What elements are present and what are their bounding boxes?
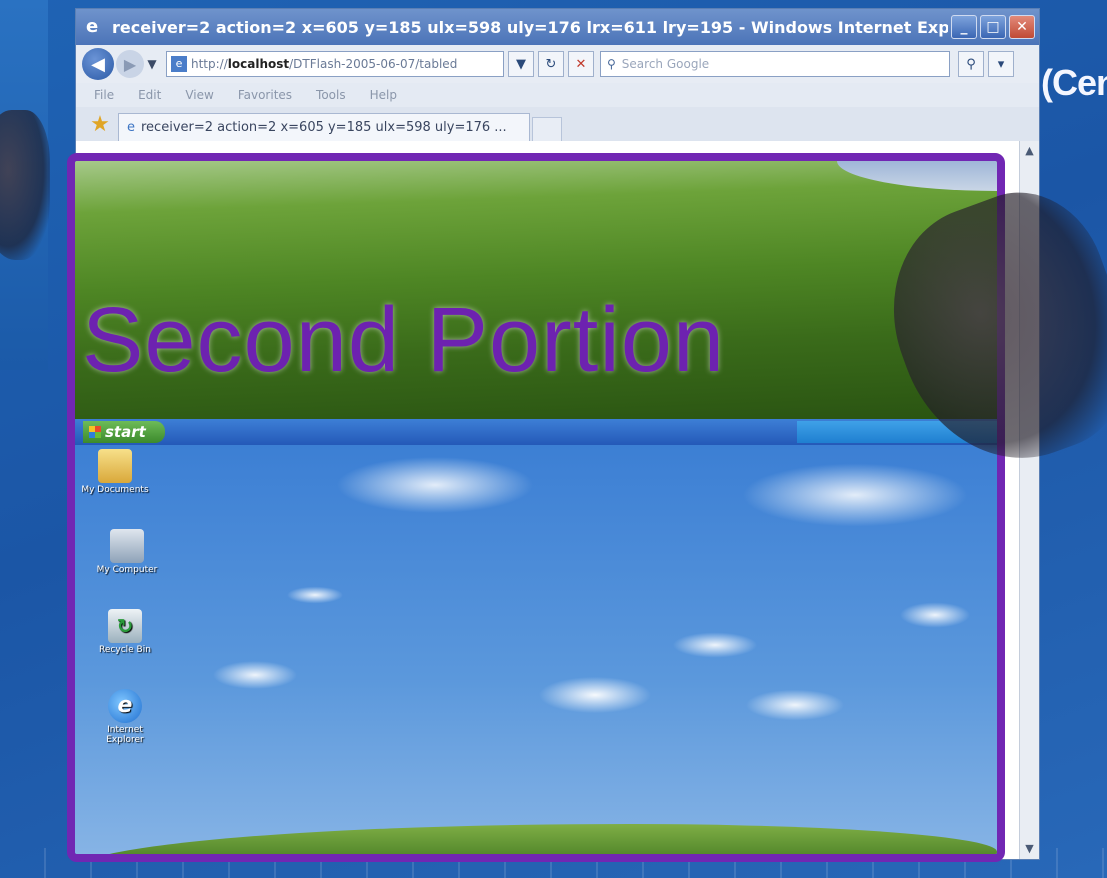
internet-explorer-icon: e bbox=[108, 689, 142, 723]
chevron-down-icon: ▾ bbox=[997, 56, 1005, 72]
chevron-down-icon: ▼ bbox=[516, 56, 526, 72]
folder-icon bbox=[98, 449, 132, 483]
close-button[interactable]: ✕ bbox=[1009, 15, 1035, 39]
title-bar[interactable]: e receiver=2 action=2 x=605 y=185 ulx=59… bbox=[76, 9, 1039, 45]
navigation-bar: ◀ ▶ ▼ e http://localhost/DTFlash-2005-06… bbox=[76, 45, 1039, 83]
new-tab-button[interactable] bbox=[532, 117, 562, 141]
desktop-icon-label: Recycle Bin bbox=[99, 645, 151, 655]
ie-page-icon: e bbox=[127, 120, 135, 135]
refresh-icon: ↻ bbox=[545, 56, 557, 72]
windows-flag-icon bbox=[89, 426, 101, 438]
ie-logo-icon: e bbox=[86, 16, 99, 37]
menu-favorites[interactable]: Favorites bbox=[238, 88, 292, 102]
menu-file[interactable]: File bbox=[94, 88, 114, 102]
tab-current[interactable]: e receiver=2 action=2 x=605 y=185 ulx=59… bbox=[118, 113, 530, 141]
refresh-button[interactable]: ↻ bbox=[538, 51, 564, 77]
address-host: localhost bbox=[227, 57, 290, 71]
stop-button[interactable]: ✕ bbox=[568, 51, 594, 77]
maximize-button[interactable]: □ bbox=[980, 15, 1006, 39]
desktop-icon-my-documents[interactable]: My Documents bbox=[77, 449, 153, 495]
address-path: /DTFlash-2005-06-07/tabled bbox=[289, 57, 458, 71]
search-placeholder: Search Google bbox=[621, 57, 710, 71]
recycle-bin-icon: ↻ bbox=[108, 609, 142, 643]
back-button[interactable]: ◀ bbox=[82, 48, 114, 80]
search-button[interactable]: ⚲ bbox=[958, 51, 984, 77]
scroll-up-icon[interactable]: ▲ bbox=[1020, 141, 1039, 161]
arrow-right-icon: ▶ bbox=[123, 54, 137, 74]
search-icon: ⚲ bbox=[607, 57, 616, 71]
scroll-down-icon[interactable]: ▼ bbox=[1020, 839, 1039, 859]
address-bar[interactable]: e http://localhost/DTFlash-2005-06-07/ta… bbox=[166, 51, 504, 77]
history-dropdown[interactable]: ▼ bbox=[144, 57, 160, 71]
second-portion-label: Second Portion bbox=[82, 289, 726, 391]
bliss-hill-bottom bbox=[75, 824, 997, 854]
search-options-button[interactable]: ▾ bbox=[988, 51, 1014, 77]
magnifier-icon: ⚲ bbox=[966, 56, 976, 72]
minimize-button[interactable]: _ bbox=[951, 15, 977, 39]
desktop-icon-my-computer[interactable]: My Computer bbox=[89, 529, 165, 575]
desktop-icon-internet-explorer[interactable]: e Internet Explorer bbox=[87, 689, 163, 745]
left-hand-shadow bbox=[0, 110, 50, 260]
start-label: start bbox=[105, 423, 146, 441]
start-button[interactable]: start bbox=[83, 421, 165, 443]
tab-label: receiver=2 action=2 x=605 y=185 ulx=598 … bbox=[141, 120, 507, 135]
backdrop-logo-text: (Cent bbox=[1041, 62, 1107, 103]
xp-desktop: My Documents My Computer ↻ Recycle Bin e… bbox=[75, 445, 997, 854]
favorites-star-icon[interactable]: ★ bbox=[82, 112, 118, 137]
desktop-icon-label: My Computer bbox=[96, 565, 158, 575]
page-icon: e bbox=[171, 56, 187, 72]
address-prefix: http:// bbox=[191, 57, 228, 71]
window-title: receiver=2 action=2 x=605 y=185 ulx=598 … bbox=[112, 17, 948, 37]
menu-help[interactable]: Help bbox=[370, 88, 397, 102]
desktop-icon-recycle-bin[interactable]: ↻ Recycle Bin bbox=[87, 609, 163, 655]
xp-taskbar: start bbox=[75, 419, 997, 445]
menu-view[interactable]: View bbox=[185, 88, 213, 102]
arrow-left-icon: ◀ bbox=[91, 53, 105, 75]
address-dropdown-button[interactable]: ▼ bbox=[508, 51, 534, 77]
menu-bar: File Edit View Favorites Tools Help bbox=[76, 83, 1039, 107]
desktop-icon-label: Internet Explorer bbox=[106, 725, 144, 745]
computer-icon bbox=[110, 529, 144, 563]
search-input[interactable]: ⚲ Search Google bbox=[600, 51, 950, 77]
chevron-down-icon: ▼ bbox=[147, 57, 157, 71]
menu-tools[interactable]: Tools bbox=[316, 88, 346, 102]
tab-bar: ★ e receiver=2 action=2 x=605 y=185 ulx=… bbox=[76, 107, 1039, 141]
second-portion-frame: start My Documents My Computer ↻ Recycle… bbox=[67, 153, 1005, 862]
menu-edit[interactable]: Edit bbox=[138, 88, 161, 102]
close-icon: ✕ bbox=[575, 56, 587, 72]
forward-button[interactable]: ▶ bbox=[116, 50, 144, 78]
desktop-icon-label: My Documents bbox=[81, 485, 149, 495]
